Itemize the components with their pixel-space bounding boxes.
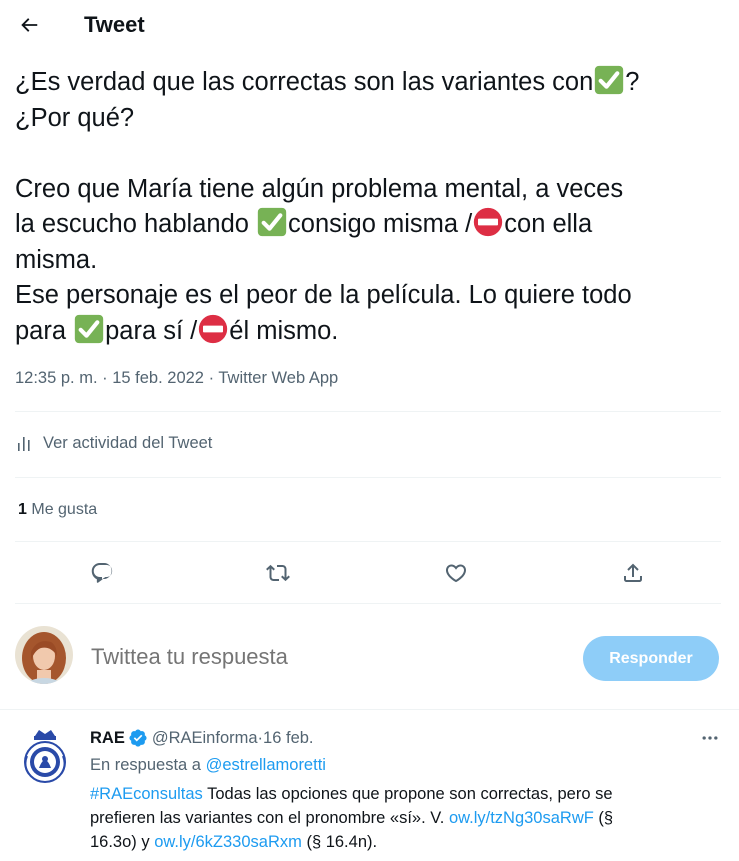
view-activity-link[interactable]: Ver actividad del Tweet	[15, 433, 212, 453]
tweet-text-segment: la escucho hablando	[15, 210, 257, 238]
avatar[interactable]	[15, 626, 73, 684]
likes-stat[interactable]: 1 Me gusta	[18, 501, 97, 519]
reply-composer: Responder	[0, 620, 739, 700]
replying-to: En respuesta a @estrellamoretti	[90, 756, 326, 775]
tweet-line: Creo que María tiene algún problema ment…	[15, 172, 727, 208]
share-button[interactable]	[615, 555, 651, 591]
tweet-date: 15 feb. 2022	[112, 369, 204, 387]
retweet-button[interactable]	[260, 555, 296, 591]
back-button[interactable]	[12, 8, 46, 42]
tweet-line: misma.	[15, 243, 727, 279]
divider	[15, 477, 721, 478]
reply-tweet-header: RAE @RAEinforma · 16 feb.	[90, 728, 314, 748]
tweet-time: 12:35 p. m.	[15, 369, 98, 387]
tweet-text-segment: consigo misma /	[288, 210, 473, 238]
page-title: Tweet	[84, 12, 145, 37]
divider	[15, 411, 721, 412]
reply-text-segment: (§	[593, 809, 614, 827]
more-options-button[interactable]	[696, 726, 724, 750]
check-mark-icon	[74, 314, 104, 344]
mention-link[interactable]: @estrellamoretti	[206, 756, 326, 774]
no-entry-icon	[198, 314, 228, 344]
tweet-text-segment: Creo que María tiene algún problema ment…	[15, 174, 624, 203]
tweet-timestamp-link[interactable]: 12:35 p. m. · 15 feb. 2022	[15, 369, 204, 387]
reply-date[interactable]: 16 feb.	[263, 729, 313, 748]
tweet-line: ¿Por qué?	[15, 101, 727, 137]
url-link[interactable]: ow.ly/6kZ330saRxm	[154, 833, 302, 851]
check-mark-icon	[594, 65, 624, 95]
rae-emblem-icon	[24, 730, 66, 783]
reply-submit-button[interactable]: Responder	[583, 636, 719, 681]
tweet-source-link[interactable]: Twitter Web App	[218, 369, 338, 387]
reply-icon	[91, 563, 113, 583]
tweet-actions	[0, 555, 739, 591]
tweet-line: Ese personaje es el peor de la película.…	[15, 278, 727, 314]
tweet-metadata: 12:35 p. m. · 15 feb. 2022 · Twitter Web…	[15, 369, 338, 388]
tweet-line: para para sí / él mismo.	[15, 314, 727, 350]
no-entry-icon	[473, 207, 503, 237]
tweet-line: ¿Es verdad que las correctas son las var…	[15, 65, 727, 101]
tweet-line: la escucho hablando consigo misma / con e…	[15, 207, 727, 243]
view-activity-label: Ver actividad del Tweet	[43, 433, 213, 452]
tweet-text-segment: ?	[625, 68, 640, 96]
tweet-text-segment: ¿Es verdad que las correctas son las var…	[15, 68, 594, 96]
reply-button[interactable]	[84, 555, 120, 591]
verified-badge-icon	[129, 729, 147, 747]
user-avatar-image	[15, 626, 73, 684]
reply-line: 16.3o) y ow.ly/6kZ330saRxm (§ 16.4n).	[90, 830, 710, 854]
reply-input[interactable]	[91, 644, 551, 670]
reply-line: #RAEconsultas Todas las opciones que pro…	[90, 782, 710, 806]
reply-text-segment: prefieren las variantes con el pronombre…	[90, 809, 449, 827]
bar-chart-icon	[18, 437, 30, 451]
reply-text-segment: Todas las opciones que propone son corre…	[202, 785, 613, 803]
reply-text-segment: 16.3o) y	[90, 833, 155, 851]
separator: ·	[97, 369, 113, 387]
more-horizontal-icon	[702, 736, 718, 740]
share-icon	[624, 563, 642, 582]
avatar[interactable]	[19, 726, 71, 786]
tweet-text-segment: para sí /	[105, 316, 198, 345]
reply-tweet[interactable]: RAE @RAEinforma · 16 feb. En respuesta a…	[0, 710, 739, 861]
url-link[interactable]: ow.ly/tzNg30saRwF	[449, 809, 594, 827]
divider	[15, 603, 721, 604]
like-button[interactable]	[438, 555, 474, 591]
divider	[15, 541, 721, 542]
separator: ·	[203, 369, 219, 387]
tweet-text-segment: ¿Por qué?	[15, 103, 135, 132]
hashtag-link[interactable]: #RAEconsultas	[90, 785, 203, 803]
top-bar: Tweet	[0, 0, 739, 52]
tweet-text-segment: para	[15, 316, 74, 345]
author-name[interactable]: RAE	[90, 729, 125, 748]
reply-tweet-text: #RAEconsultas Todas las opciones que pro…	[90, 782, 710, 854]
reply-text-segment: (§ 16.4n).	[301, 833, 378, 851]
reply-line: prefieren las variantes con el pronombre…	[90, 806, 710, 830]
heart-icon	[445, 564, 467, 583]
replying-to-label: En respuesta a	[90, 756, 206, 774]
tweet-text-segment: él mismo.	[229, 316, 339, 345]
tweet-text-segment: con ella	[504, 210, 593, 238]
tweet-text: ¿Es verdad que las correctas son las var…	[15, 65, 727, 349]
arrow-left-icon	[21, 18, 38, 32]
likes-count: 1	[18, 501, 27, 518]
tweet-text-segment: misma.	[15, 245, 98, 274]
author-handle[interactable]: @RAEinforma	[152, 729, 258, 748]
check-mark-icon	[257, 207, 287, 237]
tweet-text-segment: Ese personaje es el peor de la película.…	[15, 281, 632, 309]
likes-label: Me gusta	[31, 501, 98, 518]
retweet-icon	[266, 564, 290, 582]
